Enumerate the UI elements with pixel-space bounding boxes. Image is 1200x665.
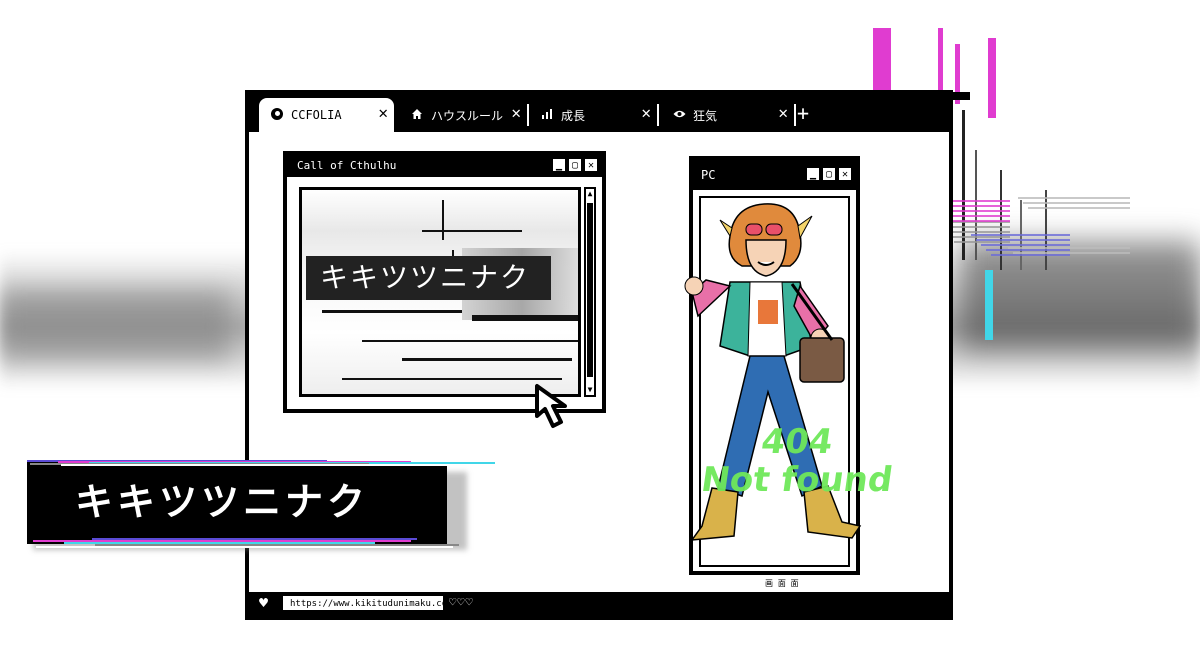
tab-house-rules[interactable]: ハウスルール ✕ xyxy=(399,98,529,132)
url-field[interactable]: https://www.kikitudunimaku.com/ xyxy=(283,596,458,610)
status-bar: ♥ https://www.kikitudunimaku.com/ ♡♡♡ xyxy=(249,592,949,616)
close-icon[interactable]: ✕ xyxy=(778,105,788,121)
tab-bar: CCFOLIA ✕ ハウスルール ✕ 成長 ✕ 狂気 ✕ + xyxy=(249,94,949,132)
coc-titlebar[interactable]: Call of Cthulhu ▁ ▢ ✕ xyxy=(287,155,602,177)
glitch-line xyxy=(472,315,578,321)
glitch-line xyxy=(1018,197,1130,199)
maximize-button[interactable]: ▢ xyxy=(822,167,836,181)
glitch-line xyxy=(322,310,462,313)
glitch-line xyxy=(986,249,1070,251)
glitch-line xyxy=(954,241,1010,243)
character-illustration xyxy=(684,203,862,541)
glitch-bar xyxy=(985,270,993,340)
bar-chart-icon xyxy=(539,108,555,123)
error-code: 404 xyxy=(758,422,836,462)
maximize-button[interactable]: ▢ xyxy=(568,158,582,172)
pc-window-title: PC xyxy=(701,168,716,182)
close-button[interactable]: ✕ xyxy=(838,167,852,181)
ccfolia-logo-icon xyxy=(269,107,285,123)
glitch-line xyxy=(1023,202,1130,204)
tab-label: 成長 xyxy=(561,108,586,123)
status-glyph: 画 面 面 xyxy=(765,579,799,588)
glitch-line xyxy=(36,546,453,548)
tab-growth[interactable]: 成長 ✕ xyxy=(529,98,659,132)
glitch-bar xyxy=(988,38,996,118)
tab-label: ハウスルール xyxy=(431,108,504,123)
coc-logo-text: キキツツニナク xyxy=(306,256,551,300)
coc-window-title: Call of Cthulhu xyxy=(297,159,397,172)
glitch-line xyxy=(402,358,572,361)
tab-label: 狂気 xyxy=(693,108,718,123)
title-banner: キキツツニナク xyxy=(27,460,495,550)
eye-icon xyxy=(671,108,687,122)
scrollbar[interactable]: ▲ ▼ xyxy=(584,187,596,397)
background-fog-left xyxy=(0,290,230,360)
background-fog-right xyxy=(960,240,1200,350)
glitch-line xyxy=(61,464,453,466)
close-icon[interactable]: ✕ xyxy=(641,105,651,121)
tab-label: CCFOLIA xyxy=(291,108,342,122)
minimize-button[interactable]: ▁ xyxy=(552,158,566,172)
heart-icon: ♥ xyxy=(259,594,269,612)
glitch-bar xyxy=(938,28,943,98)
tab-ccfolia[interactable]: CCFOLIA ✕ xyxy=(259,98,394,132)
tab-divider xyxy=(657,104,659,126)
minimize-button[interactable]: ▁ xyxy=(806,167,820,181)
glitch-line xyxy=(944,231,1010,233)
glitch-line xyxy=(981,244,1070,246)
glitch-bar xyxy=(873,28,891,98)
scroll-up-arrow[interactable]: ▲ xyxy=(586,189,594,199)
close-icon[interactable]: ✕ xyxy=(378,105,388,121)
not-found-message: 404 Not found xyxy=(672,422,922,500)
cursor-icon xyxy=(535,384,567,428)
close-icon[interactable]: ✕ xyxy=(511,105,521,121)
banner-title: キキツツニナク xyxy=(75,480,370,524)
pc-titlebar[interactable]: PC ▁ ▢ ✕ xyxy=(693,160,856,190)
home-icon xyxy=(409,108,425,123)
glitch-line xyxy=(991,254,1070,256)
tab-divider xyxy=(794,104,796,126)
glitch-line xyxy=(442,200,444,240)
close-button[interactable]: ✕ xyxy=(584,158,598,172)
tab-madness[interactable]: 狂気 ✕ xyxy=(661,98,796,132)
scroll-thumb[interactable] xyxy=(587,203,593,377)
glitch-line xyxy=(362,340,578,342)
glitch-line xyxy=(949,236,1010,238)
hearts-rating: ♡♡♡ xyxy=(449,595,474,609)
glitch-line xyxy=(342,378,562,380)
window-controls: ▁ ▢ ✕ xyxy=(552,158,598,172)
new-tab-button[interactable]: + xyxy=(797,101,809,125)
coc-window[interactable]: Call of Cthulhu ▁ ▢ ✕ キキツツニナク ▲ ▼ xyxy=(283,151,606,413)
window-controls: ▁ ▢ ✕ xyxy=(806,167,852,181)
glitch-line xyxy=(422,230,522,232)
error-text: Not found xyxy=(698,460,896,500)
glitch-line xyxy=(1028,207,1130,209)
coc-glitch-image: キキツツニナク xyxy=(299,187,581,397)
